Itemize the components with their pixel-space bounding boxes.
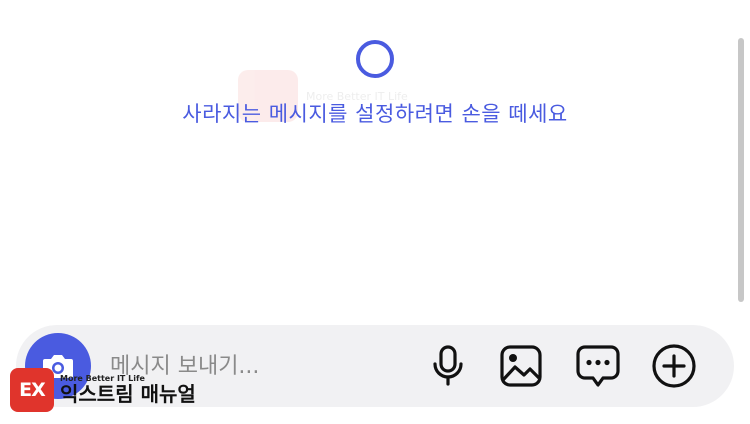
sticker-button[interactable]	[573, 341, 623, 391]
vanish-mode-hint: 사라지는 메시지를 설정하려면 손을 떼세요	[182, 102, 568, 126]
site-watermark: EX More Better IT Life 익스트림 매뉴얼	[10, 368, 196, 412]
vanish-mode-indicator: 사라지는 메시지를 설정하려면 손을 떼세요	[0, 40, 750, 128]
more-options-button[interactable]	[649, 341, 699, 391]
microphone-icon	[433, 345, 463, 386]
scrollbar[interactable]	[738, 38, 744, 302]
gallery-button[interactable]	[496, 341, 546, 391]
image-icon	[500, 345, 542, 387]
watermark-logo: EX	[10, 368, 54, 412]
release-circle-icon	[356, 40, 394, 78]
plus-circle-icon	[652, 344, 696, 388]
voice-message-button[interactable]	[423, 341, 473, 391]
sticker-message-icon	[576, 345, 620, 387]
watermark-name: 익스트림 매뉴얼	[60, 382, 196, 407]
